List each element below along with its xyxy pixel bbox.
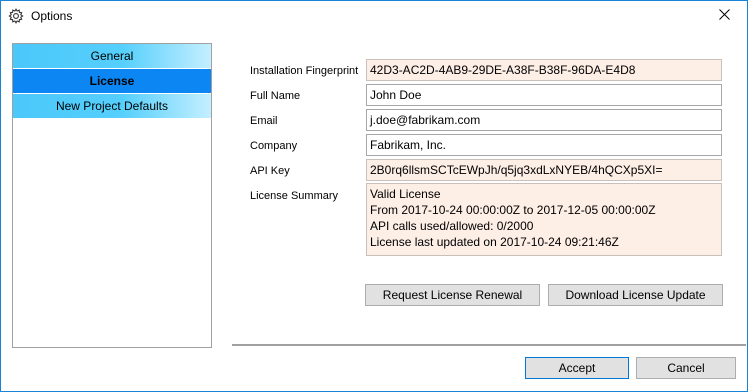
accept-button[interactable]: Accept: [525, 357, 629, 379]
sidebar-item-license[interactable]: License: [13, 69, 211, 93]
window-title: Options: [31, 9, 73, 23]
sidebar-item-new-project-defaults[interactable]: New Project Defaults: [13, 94, 211, 118]
license-summary-label: License Summary: [250, 190, 339, 202]
download-license-update-button[interactable]: Download License Update: [548, 284, 723, 306]
options-dialog: Options General License New Project Defa…: [0, 0, 748, 392]
cancel-button[interactable]: Cancel: [636, 357, 736, 379]
request-license-renewal-button[interactable]: Request License Renewal: [365, 284, 540, 306]
email-label: Email: [250, 115, 278, 127]
summary-line: License last updated on 2017-10-24 09:21…: [370, 235, 619, 249]
sidebar-item-label: License: [89, 74, 135, 88]
gear-icon: [8, 8, 24, 24]
title-bar: Options: [1, 1, 747, 31]
full-name-label: Full Name: [250, 90, 301, 102]
sidebar-item-general[interactable]: General: [13, 44, 211, 68]
email-field[interactable]: j.doe@fabrikam.com: [366, 109, 722, 131]
api-key-field[interactable]: 2B0rq6llsmSCTcEWpJh/q5jq3xdLxNYEB/4hQCXp…: [366, 159, 722, 181]
fingerprint-field[interactable]: 42D3-AC2D-4AB9-29DE-A38F-B38F-96DA-E4D8: [366, 59, 722, 81]
company-field[interactable]: Fabrikam, Inc.: [366, 134, 722, 156]
summary-line: API calls used/allowed: 0/2000: [370, 219, 534, 233]
company-label: Company: [250, 140, 298, 152]
close-icon: [718, 9, 730, 23]
summary-line: Valid License: [370, 187, 441, 201]
close-button[interactable]: [701, 1, 747, 31]
license-summary-box[interactable]: Valid License From 2017-10-24 00:00:00Z …: [366, 183, 722, 256]
summary-line: From 2017-10-24 00:00:00Z to 2017-12-05 …: [370, 203, 656, 217]
sidebar-item-label: New Project Defaults: [55, 99, 169, 113]
fingerprint-label: Installation Fingerprint: [250, 65, 359, 77]
api-key-label: API Key: [250, 165, 290, 177]
full-name-field[interactable]: John Doe: [366, 84, 722, 106]
category-list: General License New Project Defaults: [12, 43, 212, 348]
sidebar-item-label: General: [90, 49, 134, 63]
footer-divider: [232, 344, 746, 346]
